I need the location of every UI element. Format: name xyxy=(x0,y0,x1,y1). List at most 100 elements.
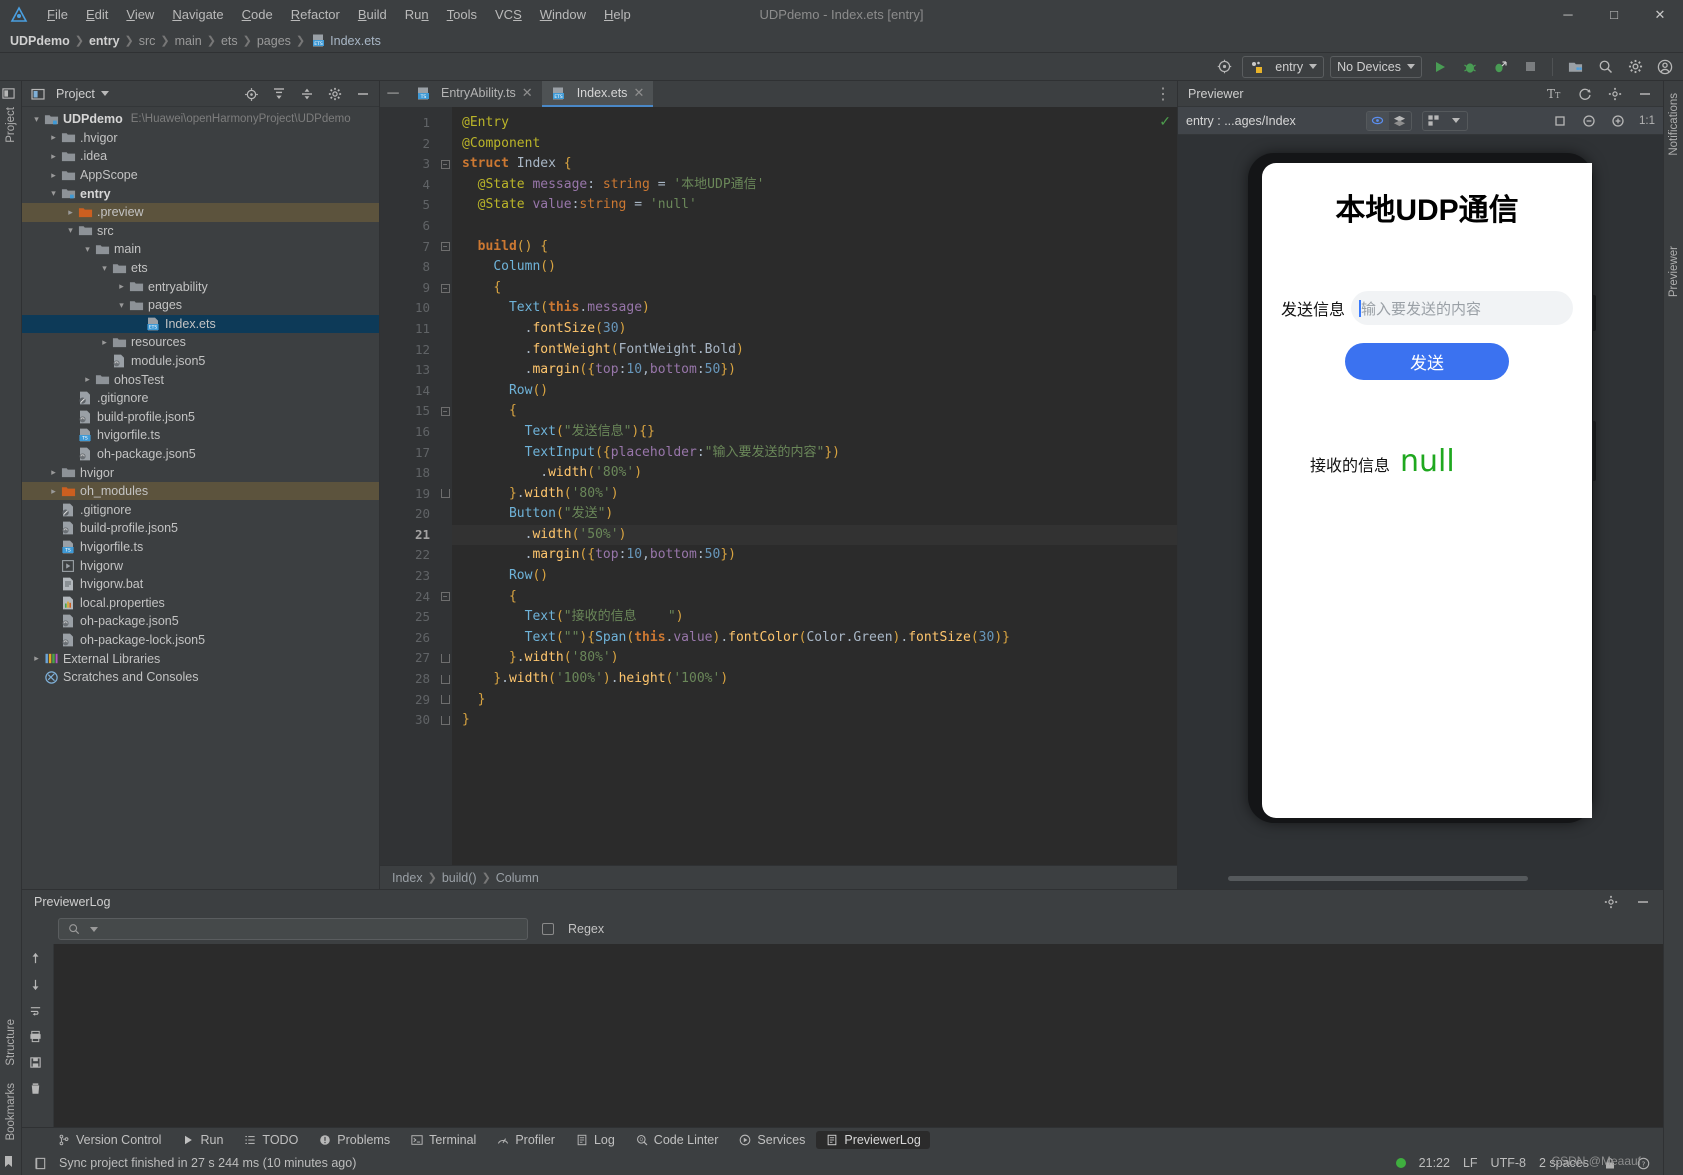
line-number[interactable]: 30 xyxy=(380,710,438,731)
fold-collapse-icon[interactable]: − xyxy=(440,592,450,602)
code-line[interactable]: Text(this.message) xyxy=(452,298,1177,319)
code-line[interactable]: build() { xyxy=(452,237,1177,258)
chevron-right-icon[interactable]: ▸ xyxy=(47,132,60,143)
minimize-icon[interactable] xyxy=(1637,86,1653,102)
code-line[interactable]: }.width('80%') xyxy=(452,484,1177,505)
chevron-right-icon[interactable]: ▸ xyxy=(81,374,94,385)
scroll-down-icon[interactable] xyxy=(28,976,44,992)
layers-icon[interactable] xyxy=(1389,112,1411,130)
tree-item-local-properties[interactable]: local.properties xyxy=(22,593,379,612)
fold-end-icon[interactable] xyxy=(440,716,450,726)
code-line[interactable] xyxy=(452,216,1177,237)
preview-send-button[interactable]: 发送 xyxy=(1345,343,1509,380)
print-icon[interactable] xyxy=(28,1028,44,1044)
line-number[interactable]: 10 xyxy=(380,298,438,319)
chevron-down-icon[interactable]: ▾ xyxy=(98,263,111,274)
preview-text-input[interactable]: 输入要发送的内容 xyxy=(1351,291,1573,325)
profile-icon[interactable] xyxy=(1488,56,1512,78)
tree-item-udpdemo[interactable]: ▾ UDPdemo E:\Huawei\openHarmonyProject\UDP… xyxy=(22,110,379,129)
line-number[interactable]: 18 xyxy=(380,463,438,484)
line-number[interactable]: 27 xyxy=(380,648,438,669)
tree-item-main[interactable]: ▾ main xyxy=(22,240,379,259)
fold-collapse-icon[interactable]: − xyxy=(440,283,450,293)
code-line[interactable]: Text("发送信息"){} xyxy=(452,422,1177,443)
right-rail-previewer-label[interactable]: Previewer xyxy=(1668,240,1680,303)
line-number[interactable]: 9 xyxy=(380,278,438,299)
zoom-in-icon[interactable] xyxy=(1610,113,1626,129)
tool-strip-log[interactable]: Log xyxy=(566,1131,624,1149)
tree-item-gitignore[interactable]: .gitignore xyxy=(22,389,379,408)
regex-checkbox[interactable] xyxy=(542,923,554,935)
line-number[interactable]: 19 xyxy=(380,484,438,505)
tab-entryability[interactable]: TS EntryAbility.ts ✕ xyxy=(406,81,542,107)
left-rail-project-label[interactable]: Project xyxy=(5,101,17,149)
chevron-right-icon[interactable]: ▸ xyxy=(47,151,60,162)
fold-collapse-icon[interactable]: − xyxy=(440,159,450,169)
menu-navigate[interactable]: Navigate xyxy=(163,4,232,25)
status-event-icon[interactable] xyxy=(32,1155,48,1171)
tree-item-appscope[interactable]: ▸ AppScope xyxy=(22,166,379,185)
tree-item-scratches-and-consoles[interactable]: Scratches and Consoles xyxy=(22,668,379,687)
tool-strip-todo[interactable]: TODO xyxy=(234,1131,307,1149)
line-number[interactable]: 17 xyxy=(380,443,438,464)
code-line[interactable]: .fontSize(30) xyxy=(452,319,1177,340)
breadcrumb-item-src[interactable]: src xyxy=(139,34,156,48)
line-number[interactable]: 3 xyxy=(380,154,438,175)
line-number[interactable]: 1 xyxy=(380,113,438,134)
code-line[interactable]: { xyxy=(452,587,1177,608)
code-line[interactable]: Text(""){Span(this.value).fontColor(Colo… xyxy=(452,628,1177,649)
line-number[interactable]: 15 xyxy=(380,401,438,422)
chevron-down-icon[interactable] xyxy=(1445,112,1467,130)
editor-breadcrumb-column[interactable]: Column xyxy=(496,871,539,885)
tree-item-src[interactable]: ▾ src xyxy=(22,222,379,241)
menu-build[interactable]: Build xyxy=(349,4,396,25)
line-number[interactable]: 24 xyxy=(380,587,438,608)
maximize-button[interactable]: □ xyxy=(1591,0,1637,29)
line-number[interactable]: 11 xyxy=(380,319,438,340)
expand-all-icon[interactable] xyxy=(271,86,287,102)
chevron-down-icon[interactable] xyxy=(100,91,109,96)
status-line-separator[interactable]: LF xyxy=(1463,1156,1478,1170)
menu-code[interactable]: Code xyxy=(233,4,282,25)
tree-item-hvigorfile-ts[interactable]: TS hvigorfile.ts xyxy=(22,538,379,557)
line-number[interactable]: 14 xyxy=(380,381,438,402)
menu-vcs[interactable]: VCS xyxy=(486,4,531,25)
code-line[interactable]: TextInput({placeholder:"输入要发送的内容"}) xyxy=(452,443,1177,464)
inspector-icon[interactable] xyxy=(1366,111,1389,130)
close-button[interactable]: ✕ xyxy=(1637,0,1683,29)
code-editor[interactable]: 1 2 3 4 5 6 7 8 9 10 11 12 13 14 15 16 17 18 19 20 21 22 23 24 2… xyxy=(380,107,1177,865)
tree-item-build-profile-json5[interactable]: build-profile.json5 xyxy=(22,408,379,427)
line-number[interactable]: 5 xyxy=(380,195,438,216)
device-screen[interactable]: 本地UDP通信 发送信息 输入要发送的内容 发送 接收的信息 null xyxy=(1262,163,1592,818)
debug-icon[interactable] xyxy=(1458,56,1482,78)
left-rail-bookmarks-label[interactable]: Bookmarks xyxy=(5,1077,17,1147)
menu-file[interactable]: File xyxy=(38,4,77,25)
settings-icon[interactable] xyxy=(1607,86,1623,102)
menu-edit[interactable]: Edit xyxy=(77,4,117,25)
breadcrumb-item-pages[interactable]: pages xyxy=(257,34,291,48)
breadcrumb-item-entry[interactable]: entry xyxy=(89,34,120,48)
line-number[interactable]: 12 xyxy=(380,340,438,361)
close-icon[interactable]: ✕ xyxy=(522,85,533,101)
account-icon[interactable] xyxy=(1653,56,1677,78)
line-number[interactable]: 6 xyxy=(380,216,438,237)
breadcrumb-item-ets[interactable]: ets xyxy=(221,34,238,48)
tree-item-ets[interactable]: ▾ ets xyxy=(22,259,379,278)
rotate-icon[interactable] xyxy=(1552,113,1568,129)
trash-icon[interactable] xyxy=(28,1080,44,1096)
status-help-icon[interactable]: ? xyxy=(1635,1155,1651,1171)
editor-breadcrumb-index[interactable]: Index xyxy=(392,871,423,885)
project-settings-gear-icon[interactable] xyxy=(327,86,343,102)
breadcrumb-item-project[interactable]: UDPdemo xyxy=(10,34,70,48)
tool-strip-terminal[interactable]: Terminal xyxy=(401,1131,485,1149)
chevron-right-icon[interactable]: ▸ xyxy=(47,170,60,181)
chevron-right-icon[interactable]: ▸ xyxy=(115,281,128,292)
code-line[interactable]: .width('50%') xyxy=(452,524,1177,546)
search-history-chevron-icon[interactable] xyxy=(90,926,98,932)
code-line[interactable]: @State message: string = '本地UDP通信' xyxy=(452,175,1177,196)
code-line[interactable]: struct Index { xyxy=(452,154,1177,175)
code-line[interactable]: .width('80%') xyxy=(452,463,1177,484)
fold-end-icon[interactable] xyxy=(440,654,450,664)
code-line[interactable]: @State value:string = 'null' xyxy=(452,195,1177,216)
tool-strip-version-control[interactable]: Version Control xyxy=(48,1131,170,1149)
